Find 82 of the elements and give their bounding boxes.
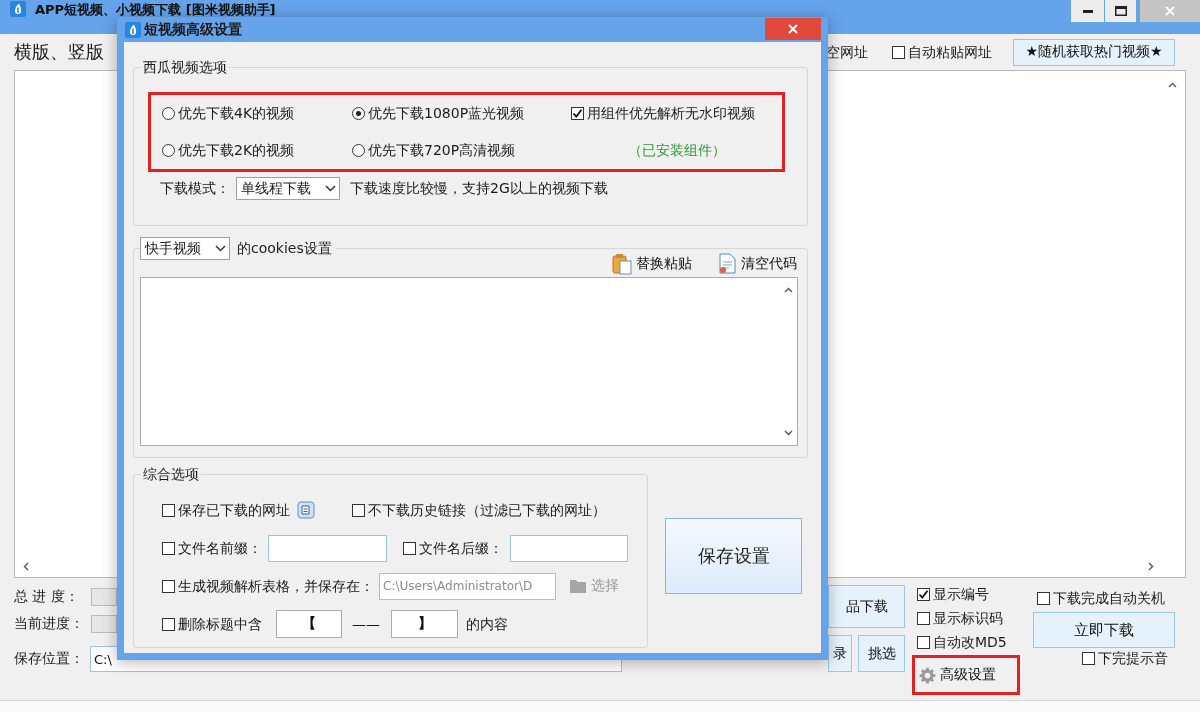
radio-button[interactable] xyxy=(162,144,175,157)
progress-label: 当前进度： xyxy=(14,615,85,633)
separator-text: —— xyxy=(352,614,380,634)
save-settings-button[interactable]: 保存设置 xyxy=(665,518,802,594)
checkbox-label[interactable]: 显示编号 xyxy=(933,584,989,604)
scroll-down-icon[interactable] xyxy=(784,430,793,436)
radio-button[interactable] xyxy=(162,107,175,120)
suffix-field[interactable] xyxy=(510,534,628,562)
maximize-button[interactable] xyxy=(1105,0,1136,22)
platform-dropdown[interactable]: 快手视频 xyxy=(140,237,230,260)
file-icon[interactable] xyxy=(297,501,315,519)
input-field[interactable]: 】 xyxy=(391,610,458,638)
checkbox[interactable] xyxy=(162,617,175,631)
chevron-down-icon[interactable] xyxy=(215,245,226,252)
radio-button[interactable] xyxy=(352,107,365,120)
works-download-button[interactable]: 品下载 xyxy=(828,585,905,628)
cookies-field[interactable] xyxy=(140,277,798,446)
checkbox-label[interactable]: 删除标题中含 xyxy=(178,614,262,634)
checkbox-label[interactable]: 文件名前缀： xyxy=(178,538,262,558)
checkbox[interactable] xyxy=(162,503,175,517)
checkbox-label[interactable]: 显示标识码 xyxy=(933,608,1003,628)
cookies-label: 的cookies设置 xyxy=(237,239,332,258)
scroll-left-icon[interactable] xyxy=(23,562,29,571)
progress-label: 总 进 度： xyxy=(14,588,80,606)
gear-icon xyxy=(919,666,936,684)
checkbox[interactable] xyxy=(571,107,584,120)
heading-text: 横版、竖版 xyxy=(14,40,104,64)
status-note: （已安装组件） xyxy=(627,141,726,160)
dialog-title: 短视频高级设置 xyxy=(144,20,242,39)
checkbox-label[interactable]: 自动改MD5 xyxy=(933,632,1007,652)
checkbox-label[interactable]: 文件名后缀： xyxy=(419,538,503,558)
suffix-text: 的内容 xyxy=(466,614,508,634)
prefix-field[interactable] xyxy=(268,534,387,562)
checkbox-label[interactable]: 用组件优先解析无水印视频 xyxy=(587,104,755,123)
minimize-button[interactable] xyxy=(1071,0,1104,22)
radio-label[interactable]: 优先下载2K的视频 xyxy=(178,141,295,160)
radio-label[interactable]: 优先下载1080P蓝光视频 xyxy=(368,104,525,123)
checkbox[interactable] xyxy=(352,503,365,517)
radio-label[interactable]: 优先下载720P高清视频 xyxy=(368,141,516,160)
checkbox[interactable] xyxy=(892,45,905,59)
app-icon xyxy=(125,21,141,38)
checkbox-label[interactable]: 下完提示音 xyxy=(1098,648,1168,668)
checkbox-label[interactable]: 下载完成自动关机 xyxy=(1053,588,1165,608)
group-legend: 综合选项 xyxy=(141,465,201,483)
checkbox-label[interactable]: 自动粘贴网址 xyxy=(908,42,992,62)
checkbox[interactable] xyxy=(1037,591,1050,605)
toolbar-button[interactable]: 清空代码 xyxy=(718,252,797,275)
save-location-label: 保存位置： xyxy=(14,650,85,668)
close-icon xyxy=(788,24,798,34)
scroll-up-icon[interactable] xyxy=(1167,82,1177,88)
checkbox[interactable] xyxy=(162,541,175,555)
input-field[interactable]: 【 xyxy=(276,610,342,638)
radio-label[interactable]: 优先下载4K的视频 xyxy=(178,104,295,123)
checkbox-label[interactable]: 不下载历史链接（过滤已下载的网址） xyxy=(368,500,606,520)
advanced-settings-button[interactable]: 高级设置 xyxy=(919,666,996,684)
random-videos-button[interactable]: ★随机获取热门视频★ xyxy=(1013,38,1175,66)
action-button[interactable]: 录 xyxy=(828,635,852,672)
mode-dropdown[interactable]: 单线程下载 xyxy=(236,177,340,200)
checkbox[interactable] xyxy=(917,611,930,625)
radio-button[interactable] xyxy=(352,144,365,157)
checkbox[interactable] xyxy=(917,635,930,649)
minimize-icon xyxy=(1082,9,1093,13)
scroll-up-icon[interactable] xyxy=(784,287,793,293)
checkbox[interactable] xyxy=(1082,651,1095,665)
document-icon xyxy=(718,253,737,274)
chevron-down-icon[interactable] xyxy=(325,185,336,192)
mode-label: 下载模式： xyxy=(160,179,230,198)
checkbox[interactable] xyxy=(917,587,930,601)
checkbox-label[interactable]: 保存已下载的网址 xyxy=(178,500,290,520)
download-now-button[interactable]: 立即下载 xyxy=(1033,612,1175,648)
mode-hint: 下载速度比较慢，支持2G以上的视频下载 xyxy=(350,179,608,198)
scroll-right-icon[interactable] xyxy=(1148,562,1154,571)
clipboard-icon xyxy=(612,252,632,275)
window-title: APP短视频、小视频下载 [图米视频助手] xyxy=(35,1,276,17)
app-icon xyxy=(10,1,26,17)
checkbox[interactable] xyxy=(403,541,416,555)
action-button[interactable]: 挑选 xyxy=(858,635,905,672)
group-legend: 西瓜视频选项 xyxy=(141,58,229,76)
close-icon xyxy=(1165,6,1175,16)
toolbar-button[interactable]: 替换粘贴 xyxy=(612,252,692,275)
maximize-icon xyxy=(1114,6,1127,16)
close-button[interactable] xyxy=(765,18,821,40)
